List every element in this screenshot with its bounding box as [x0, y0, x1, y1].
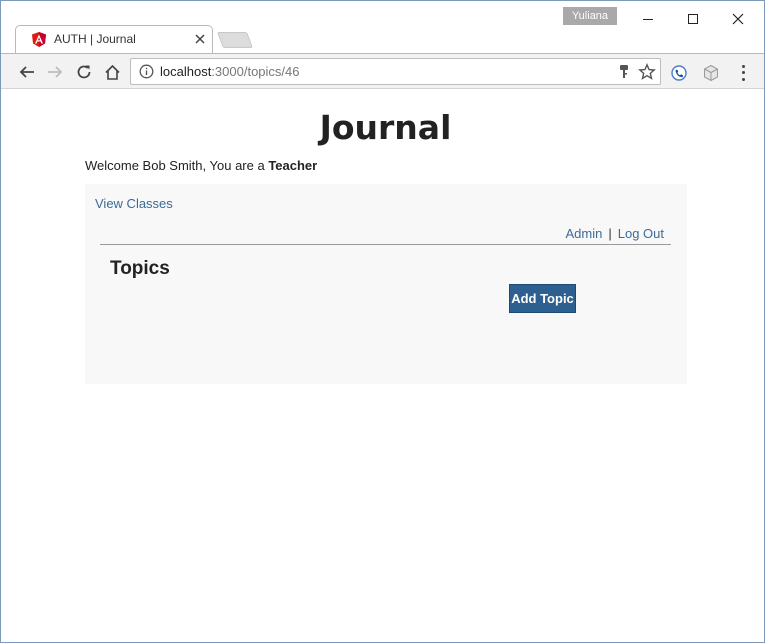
browser-toolbar: localhost:3000/topics/46 [1, 53, 764, 89]
key-icon[interactable] [617, 64, 631, 80]
divider [100, 244, 671, 245]
back-icon [19, 66, 34, 78]
menu-dot [741, 64, 745, 68]
window-close-button[interactable] [715, 5, 761, 33]
url-path: :3000/topics/46 [211, 64, 300, 79]
reload-button[interactable] [72, 60, 96, 84]
title-bar: Yuliana AUTH | Journal [1, 1, 764, 53]
logout-link[interactable]: Log Out [618, 226, 664, 241]
star-icon[interactable] [638, 63, 656, 81]
user-nav: Admin | Log Out [565, 226, 664, 241]
user-role: Teacher [268, 158, 318, 173]
browser-window: Yuliana AUTH | Journal localhost:3000/to… [0, 0, 765, 643]
url-host: localhost [160, 64, 212, 79]
extension-cube-icon[interactable] [702, 64, 720, 82]
close-icon [195, 34, 205, 44]
forward-icon [48, 66, 63, 78]
welcome-message: Welcome Bob Smith, You are a Teacher [85, 158, 317, 173]
menu-dot [741, 78, 745, 82]
tab-close-button[interactable] [192, 30, 208, 48]
home-button[interactable] [100, 60, 124, 84]
admin-link[interactable]: Admin [565, 226, 602, 241]
welcome-text: Welcome Bob Smith, You are a [85, 158, 269, 173]
home-icon [104, 64, 120, 80]
maximize-icon [688, 14, 698, 24]
main-panel: View Classes Admin | Log Out Topics Add To… [85, 184, 687, 384]
profile-badge[interactable]: Yuliana [563, 7, 617, 25]
url-text[interactable]: localhost:3000/topics/46 [160, 64, 300, 79]
extension-icon[interactable] [670, 64, 688, 82]
browser-tab[interactable]: AUTH | Journal [15, 25, 213, 53]
address-bar[interactable]: localhost:3000/topics/46 [130, 58, 661, 85]
reload-icon [77, 65, 91, 79]
nav-separator: | [608, 226, 612, 241]
minimize-icon [643, 18, 653, 20]
maximize-button[interactable] [670, 5, 716, 33]
page-title: Journal [319, 108, 452, 147]
tab-title: AUTH | Journal [54, 32, 136, 46]
close-icon [732, 13, 744, 25]
page-content: Journal Welcome Bob Smith, You are a Tea… [1, 90, 764, 642]
menu-icon[interactable] [736, 63, 750, 83]
menu-dot [741, 71, 745, 75]
new-tab-button[interactable] [217, 32, 253, 48]
add-topic-button[interactable]: Add Topic [509, 284, 576, 313]
view-classes-link[interactable]: View Classes [95, 196, 173, 211]
back-button[interactable] [15, 60, 39, 84]
info-icon[interactable] [139, 64, 154, 79]
angular-icon [32, 32, 46, 47]
topics-heading: Topics [110, 258, 170, 279]
forward-button[interactable] [43, 60, 67, 84]
minimize-button[interactable] [625, 5, 671, 33]
